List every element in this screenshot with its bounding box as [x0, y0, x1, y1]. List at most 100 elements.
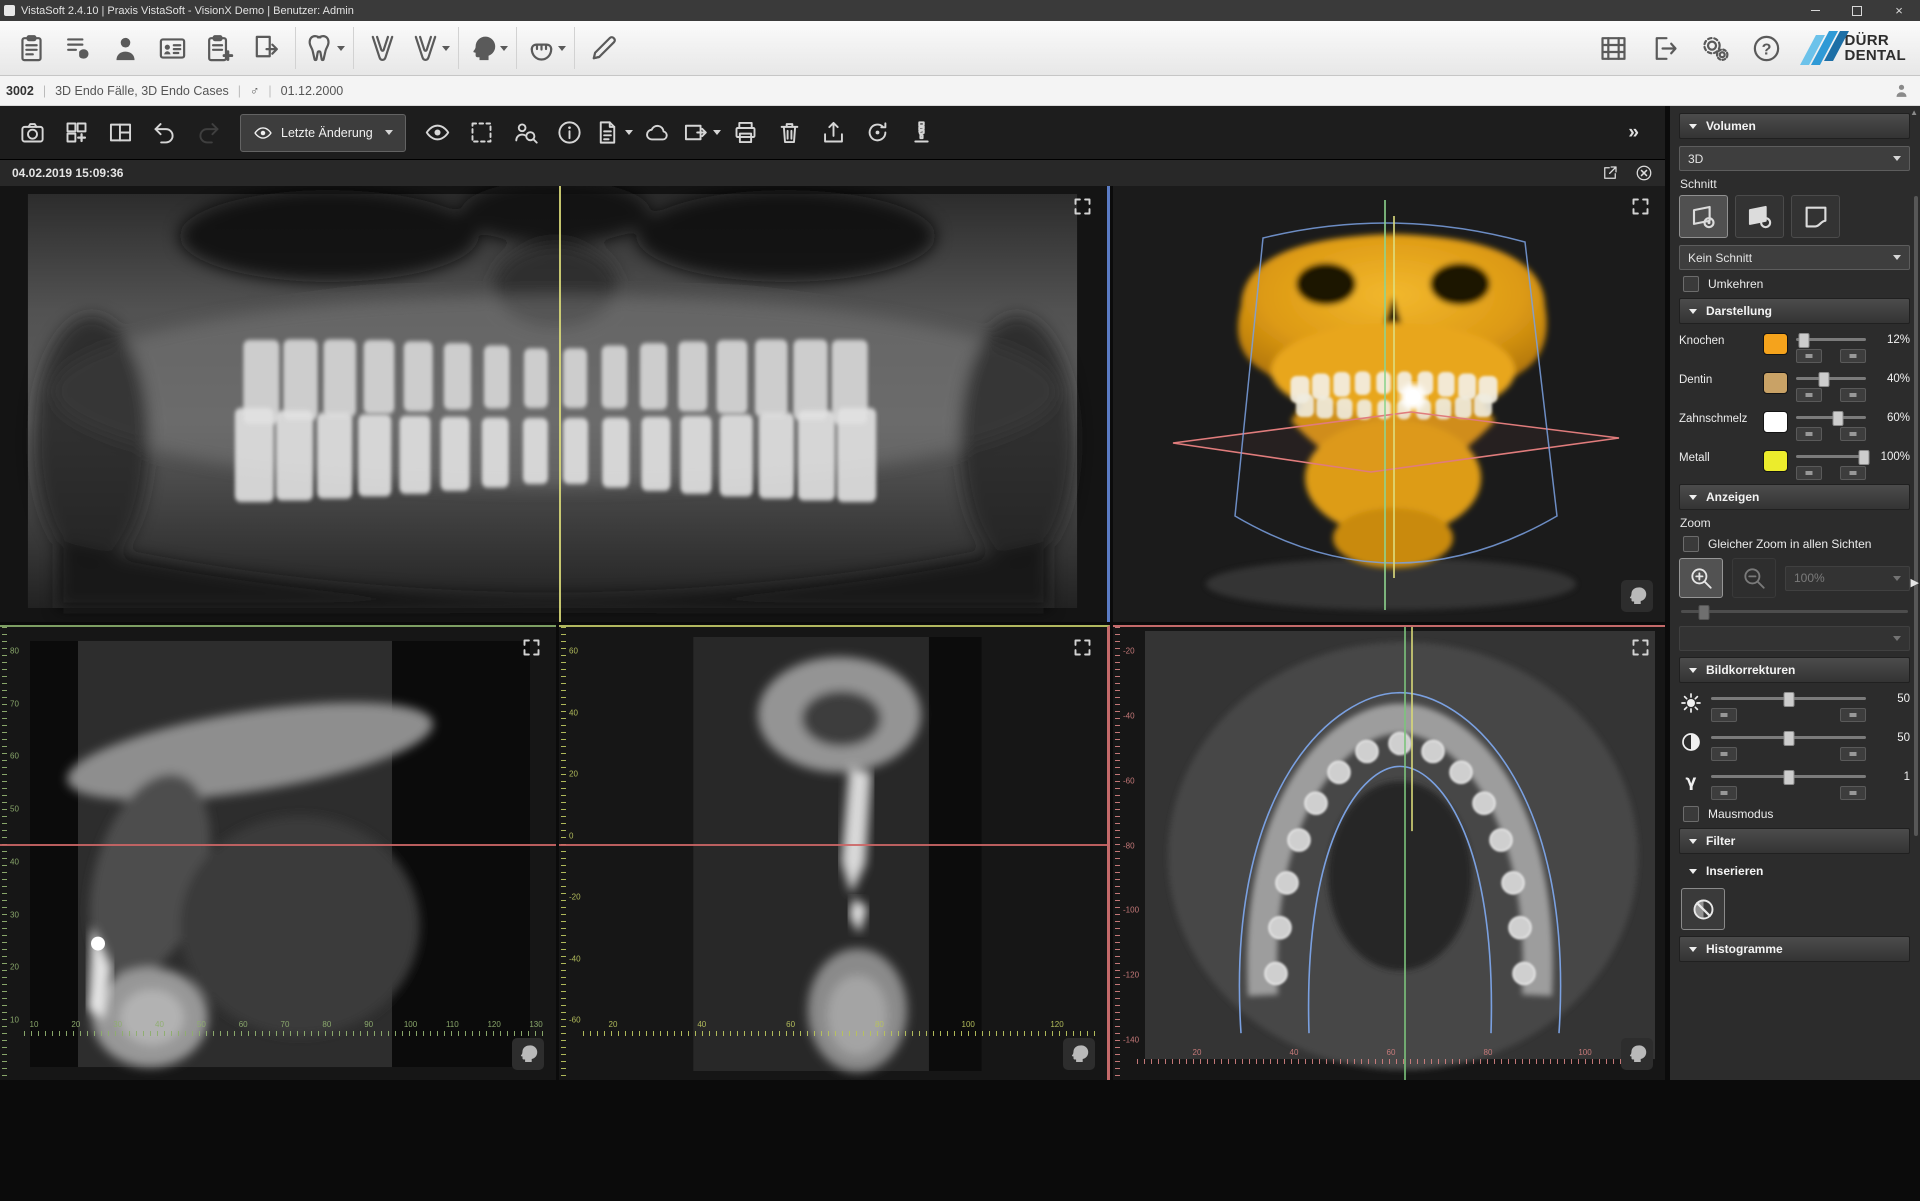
arch-view-button[interactable]	[359, 25, 406, 71]
correction-slider[interactable]	[1711, 730, 1866, 745]
panorama-view[interactable]	[0, 186, 1110, 622]
slider-stepper-left-button[interactable]	[1796, 427, 1822, 441]
slider-stepper-left-button[interactable]	[1796, 388, 1822, 402]
slice-mode-clip-button[interactable]	[1791, 195, 1840, 238]
material-opacity-slider[interactable]	[1796, 449, 1866, 464]
schnitt-select[interactable]: Kein Schnitt	[1679, 245, 1910, 270]
slider-stepper-right-button[interactable]	[1840, 786, 1866, 800]
section-header-histogramme[interactable]: Histogramme	[1679, 936, 1910, 962]
volume-3d-view[interactable]	[1113, 186, 1665, 622]
worklist-button[interactable]	[55, 25, 102, 71]
correction-slider[interactable]	[1711, 769, 1866, 784]
slider-stepper-left-button[interactable]	[1796, 349, 1822, 363]
material-color-swatch[interactable]	[1763, 411, 1788, 433]
tooth-status-button[interactable]	[301, 25, 348, 71]
logout-button[interactable]	[1641, 25, 1688, 71]
slider-stepper-left-button[interactable]	[1711, 708, 1737, 722]
patient-search-button[interactable]	[504, 112, 548, 154]
arch-view-dropdown-button[interactable]	[406, 25, 453, 71]
sidebar-scroll-up[interactable]: ▲	[1910, 108, 1918, 117]
cross-section-view[interactable]: 6040200-20-40-60 20406080100120	[559, 625, 1110, 1080]
umkehren-checkbox[interactable]: Umkehren	[1683, 276, 1910, 292]
cross-crosshair-horizontal[interactable]	[559, 844, 1107, 846]
head-views-button[interactable]	[464, 25, 511, 71]
slider-stepper-right-button[interactable]	[1840, 349, 1866, 363]
section-header-filter[interactable]: Filter	[1679, 828, 1910, 854]
send-button[interactable]	[812, 112, 856, 154]
mausmodus-checkbox[interactable]: Mausmodus	[1683, 806, 1910, 822]
snapshot-button[interactable]	[10, 112, 54, 154]
axial-view[interactable]: -20-40-60-80-100-120-140 20406080100	[1113, 625, 1665, 1080]
close-button[interactable]: ×	[1878, 0, 1920, 21]
jaw-views-button[interactable]	[522, 25, 569, 71]
volume-mode-select[interactable]: 3D	[1679, 146, 1910, 171]
material-opacity-slider[interactable]	[1796, 332, 1866, 347]
zoom-out-button[interactable]	[1732, 558, 1776, 598]
zoom-preset-select[interactable]	[1679, 626, 1910, 651]
fullscreen-button[interactable]	[1630, 196, 1651, 217]
close-study-icon[interactable]	[1635, 164, 1653, 182]
delete-button[interactable]	[768, 112, 812, 154]
patient-button[interactable]	[102, 25, 149, 71]
new-record-button[interactable]	[196, 25, 243, 71]
section-header-volumen[interactable]: Volumen	[1679, 113, 1910, 139]
settings-button[interactable]	[1692, 25, 1739, 71]
material-color-swatch[interactable]	[1763, 333, 1788, 355]
section-header-bildkorrekturen[interactable]: Bildkorrekturen	[1679, 657, 1910, 683]
orientation-head-icon[interactable]	[1621, 580, 1653, 612]
import-export-button[interactable]	[243, 25, 290, 71]
zoom-in-button[interactable]	[1679, 558, 1723, 598]
slice-mode-filled-button[interactable]	[1735, 195, 1784, 238]
slider-stepper-right-button[interactable]	[1840, 427, 1866, 441]
slider-stepper-right-button[interactable]	[1840, 708, 1866, 722]
fullscreen-button[interactable]	[1630, 637, 1651, 658]
print-button[interactable]	[724, 112, 768, 154]
slider-stepper-right-button[interactable]	[1840, 388, 1866, 402]
material-color-swatch[interactable]	[1763, 450, 1788, 472]
fullscreen-button[interactable]	[521, 637, 542, 658]
rotate-view-button[interactable]	[856, 112, 900, 154]
help-button[interactable]	[1743, 25, 1790, 71]
same-zoom-checkbox[interactable]: Gleicher Zoom in allen Sichten	[1683, 536, 1910, 552]
pano-crosshair-vertical[interactable]	[559, 186, 561, 622]
select-region-button[interactable]	[460, 112, 504, 154]
layout-button[interactable]	[98, 112, 142, 154]
material-opacity-slider[interactable]	[1796, 410, 1866, 425]
orientation-head-icon[interactable]	[1063, 1038, 1095, 1070]
toolbar-overflow-button[interactable]: »	[1628, 122, 1655, 144]
orientation-head-icon[interactable]	[1621, 1038, 1653, 1070]
info-button[interactable]	[548, 112, 592, 154]
slider-stepper-left-button[interactable]	[1711, 786, 1737, 800]
slider-stepper-left-button[interactable]	[1711, 747, 1737, 761]
zoom-level-select[interactable]: 100%	[1785, 566, 1910, 591]
material-color-swatch[interactable]	[1763, 372, 1788, 394]
implant-button[interactable]	[900, 112, 944, 154]
section-header-darstellung[interactable]: Darstellung	[1679, 298, 1910, 324]
fullscreen-button[interactable]	[1072, 637, 1093, 658]
case-name[interactable]: 3D Endo Fälle, 3D Endo Cases	[55, 84, 229, 98]
insert-annotation-button[interactable]	[1681, 888, 1725, 930]
section-header-anzeigen[interactable]: Anzeigen	[1679, 484, 1910, 510]
correction-slider[interactable]	[1711, 691, 1866, 706]
sidebar-scrollbar[interactable]	[1914, 196, 1918, 836]
patient-id[interactable]: 3002	[6, 84, 34, 98]
orientation-head-icon[interactable]	[512, 1038, 544, 1070]
sagittal-view[interactable]: 8070605040302010 10203040506070809010011…	[0, 625, 556, 1080]
undo-button[interactable]	[142, 112, 186, 154]
open-external-icon[interactable]	[1601, 164, 1619, 182]
section-header-inserieren[interactable]: Inserieren	[1679, 858, 1910, 884]
add-view-button[interactable]	[54, 112, 98, 154]
redo-button[interactable]	[186, 112, 230, 154]
patient-card-button[interactable]	[149, 25, 196, 71]
fullscreen-button[interactable]	[1072, 196, 1093, 217]
draw-button[interactable]	[580, 25, 627, 71]
report-button[interactable]	[592, 112, 636, 154]
slider-stepper-left-button[interactable]	[1796, 466, 1822, 480]
slice-mode-plane-button[interactable]	[1679, 195, 1728, 238]
slider-stepper-right-button[interactable]	[1840, 747, 1866, 761]
material-opacity-slider[interactable]	[1796, 371, 1866, 386]
archive-button[interactable]	[1590, 25, 1637, 71]
minimize-button[interactable]	[1794, 0, 1836, 21]
sagittal-crosshair-horizontal[interactable]	[0, 844, 556, 846]
patient-list-button[interactable]	[8, 25, 55, 71]
